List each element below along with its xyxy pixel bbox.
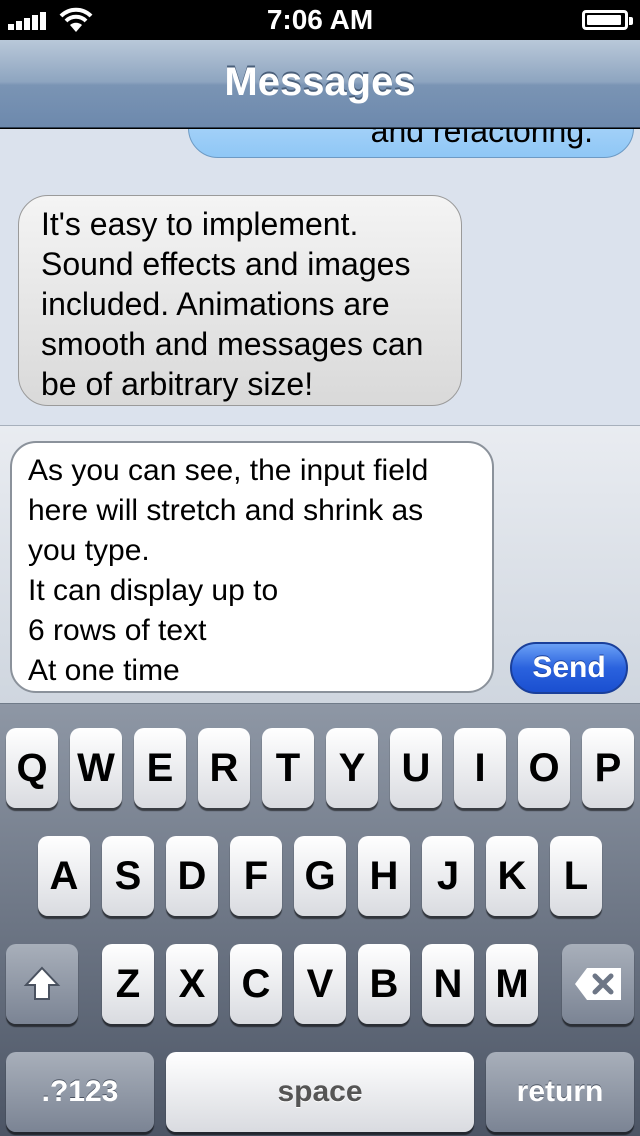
key-u[interactable]: U: [390, 728, 442, 808]
key-c[interactable]: C: [230, 944, 282, 1024]
return-key[interactable]: return: [486, 1052, 634, 1132]
page-title: Messages: [224, 60, 416, 104]
key-y[interactable]: Y: [326, 728, 378, 808]
key-s[interactable]: S: [102, 836, 154, 916]
composer-bar: As you can see, the input field here wil…: [0, 425, 640, 704]
delete-key[interactable]: [562, 944, 634, 1024]
message-text: and refactoring.: [370, 129, 593, 149]
key-q[interactable]: Q: [6, 728, 58, 808]
key-l[interactable]: L: [550, 836, 602, 916]
key-h[interactable]: H: [358, 836, 410, 916]
key-n[interactable]: N: [422, 944, 474, 1024]
key-j[interactable]: J: [422, 836, 474, 916]
key-e[interactable]: E: [134, 728, 186, 808]
key-z[interactable]: Z: [102, 944, 154, 1024]
space-key[interactable]: space: [166, 1052, 474, 1132]
key-v[interactable]: V: [294, 944, 346, 1024]
message-text: It's easy to implement. Sound effects an…: [41, 206, 424, 402]
key-t[interactable]: T: [262, 728, 314, 808]
shift-key[interactable]: [6, 944, 78, 1024]
keyboard: Q W E R T Y U I O P A S D F G H J K L Z …: [0, 704, 640, 1136]
message-list[interactable]: and refactoring. It's easy to implement.…: [0, 129, 640, 425]
incoming-message-bubble: It's easy to implement. Sound effects an…: [18, 195, 462, 406]
battery-icon: [582, 10, 633, 30]
status-bar: 7:06 AM: [0, 0, 640, 40]
outgoing-message-bubble: and refactoring.: [188, 129, 634, 158]
send-button[interactable]: Send: [510, 642, 628, 694]
key-f[interactable]: F: [230, 836, 282, 916]
key-r[interactable]: R: [198, 728, 250, 808]
backspace-icon: [575, 968, 621, 1000]
key-w[interactable]: W: [70, 728, 122, 808]
key-x[interactable]: X: [166, 944, 218, 1024]
key-a[interactable]: A: [38, 836, 90, 916]
key-i[interactable]: I: [454, 728, 506, 808]
battery-level: [587, 15, 622, 25]
key-b[interactable]: B: [358, 944, 410, 1024]
nav-bar: Messages: [0, 40, 640, 128]
key-g[interactable]: G: [294, 836, 346, 916]
key-o[interactable]: O: [518, 728, 570, 808]
key-k[interactable]: K: [486, 836, 538, 916]
status-time: 7:06 AM: [266, 4, 374, 35]
key-m[interactable]: M: [486, 944, 538, 1024]
key-d[interactable]: D: [166, 836, 218, 916]
message-input[interactable]: As you can see, the input field here wil…: [10, 441, 494, 693]
key-p[interactable]: P: [582, 728, 634, 808]
shift-arrow-icon: [23, 966, 61, 1000]
numbers-key[interactable]: .?123: [6, 1052, 154, 1132]
